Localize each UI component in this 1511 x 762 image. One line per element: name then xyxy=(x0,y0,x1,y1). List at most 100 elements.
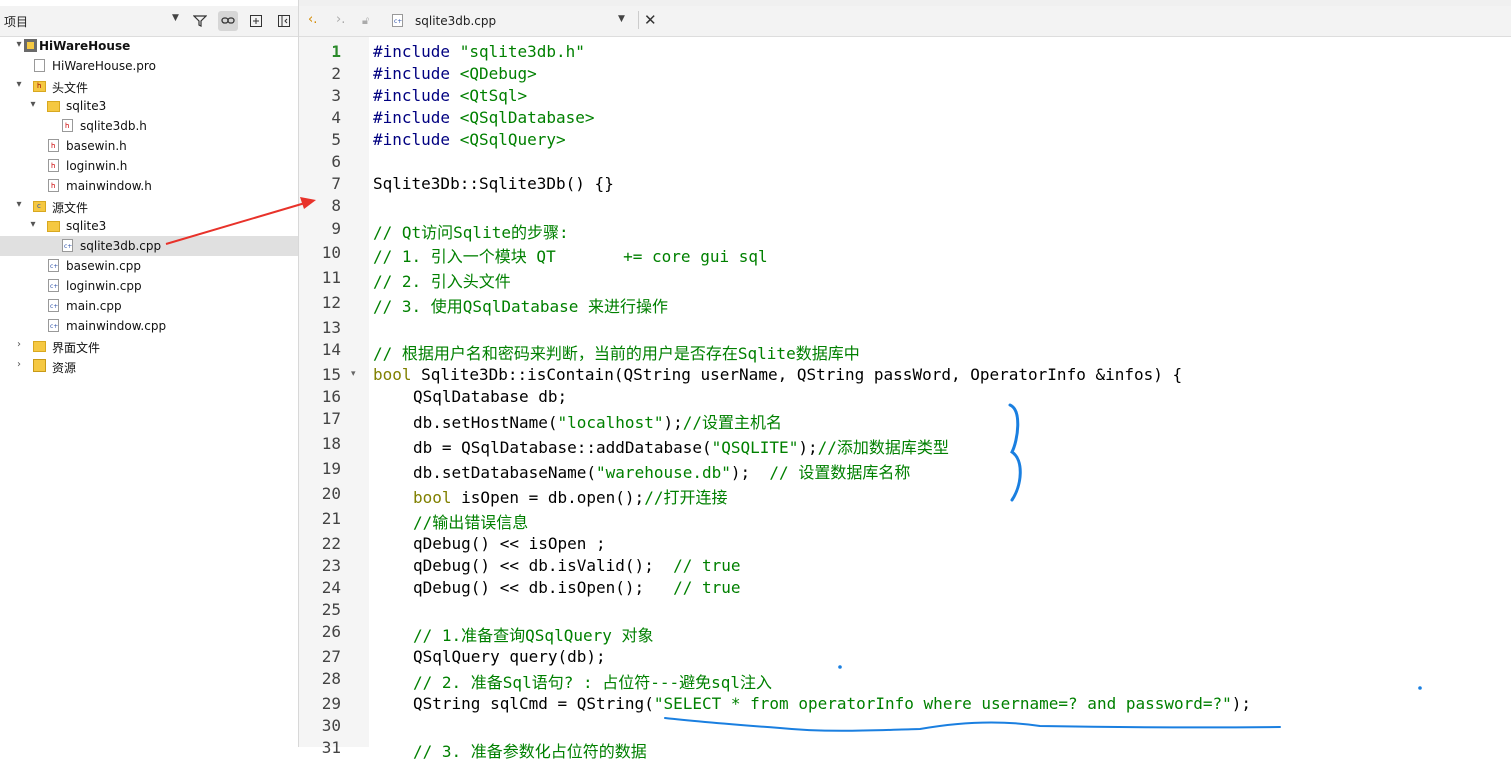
project-icon xyxy=(24,39,37,52)
code-line: Sqlite3Db::Sqlite3Db() {} xyxy=(373,174,614,193)
line-number: 31 xyxy=(321,738,341,757)
line-number: 28 xyxy=(321,669,341,688)
code-line: // Qt访问Sqlite的步骤: xyxy=(373,223,569,242)
header-folder-icon xyxy=(33,81,46,92)
chevron-down-icon[interactable]: ▾ xyxy=(28,219,38,230)
tree-item-label: HiWareHouse.pro xyxy=(52,59,156,73)
line-number: 27 xyxy=(321,647,341,666)
line-number: 24 xyxy=(321,578,341,597)
line-number: 29 xyxy=(321,694,341,713)
tree-item-basewin-cpp[interactable]: basewin.cpp xyxy=(0,256,298,276)
code-line: #include "sqlite3db.h" xyxy=(373,42,585,61)
cpp-file-icon xyxy=(392,14,403,27)
source-folder-icon xyxy=(33,201,46,212)
tree-item-label: sqlite3 xyxy=(66,219,107,233)
tree-item-label: sqlite3db.h xyxy=(80,119,147,133)
tree-item-source-sqlite3[interactable]: ▾ sqlite3 xyxy=(0,216,298,236)
code-line: // 3. 使用QSqlDatabase 来进行操作 xyxy=(373,297,669,316)
tree-item-header-sqlite3[interactable]: ▾ sqlite3 xyxy=(0,96,298,116)
tree-item-label: HiWareHouse xyxy=(39,39,131,53)
tree-item-loginwin-h[interactable]: loginwin.h xyxy=(0,156,298,176)
tree-item-label: 源文件 xyxy=(52,201,89,215)
tree-item-headers[interactable]: ▾ 头文件 xyxy=(0,76,298,96)
line-number: 26 xyxy=(321,622,341,641)
forms-folder-icon xyxy=(33,341,46,352)
chevron-down-icon[interactable]: ▾ xyxy=(14,199,24,210)
go-back-icon[interactable]: ‹. xyxy=(308,12,317,27)
cpp-file-icon xyxy=(48,299,59,312)
code-line: #include <QSqlQuery> xyxy=(373,130,566,149)
resources-folder-icon xyxy=(33,359,46,372)
cpp-file-icon xyxy=(62,239,73,252)
filter-icon[interactable] xyxy=(190,11,210,31)
chevron-down-icon[interactable]: ▾ xyxy=(14,39,24,50)
tree-item-pro-file[interactable]: HiWareHouse.pro xyxy=(0,56,298,76)
line-number: 10 xyxy=(321,243,341,262)
code-line: // 1. 引入一个模块 QT += core gui sql xyxy=(373,247,768,266)
code-line: bool isOpen = db.open();//打开连接 xyxy=(413,488,728,507)
project-panel-toolbar: 项目 ▼ xyxy=(0,6,298,37)
header-file-icon xyxy=(48,139,59,152)
line-number: 19 xyxy=(321,459,341,478)
line-number: 23 xyxy=(321,556,341,575)
tree-item-project[interactable]: ▾ HiWareHouse xyxy=(0,36,298,56)
file-selector-chevron-down-icon[interactable]: ▼ xyxy=(618,14,625,24)
tree-item-label: 资源 xyxy=(52,361,77,375)
tree-item-resources[interactable]: › 资源 xyxy=(0,356,298,376)
lock-icon[interactable]: 🔓︎ xyxy=(362,14,369,28)
tree-item-label: basewin.h xyxy=(66,139,127,153)
header-file-icon xyxy=(48,159,59,172)
editor-toolbar: ‹. ›. 🔓︎ sqlite3db.cpp ▼ ✕ xyxy=(299,6,1511,37)
code-line: #include <QDebug> xyxy=(373,64,537,83)
add-split-icon[interactable] xyxy=(246,11,266,31)
code-editor[interactable]: #include "sqlite3db.h" #include <QDebug>… xyxy=(373,37,1511,761)
line-number: 7 xyxy=(331,174,341,193)
line-number: 14 xyxy=(321,340,341,359)
tree-item-main-cpp[interactable]: main.cpp xyxy=(0,296,298,316)
chevron-down-icon[interactable]: ▾ xyxy=(28,99,38,110)
code-line: db = QSqlDatabase::addDatabase("QSQLITE"… xyxy=(413,438,949,457)
close-icon[interactable]: ✕ xyxy=(638,11,657,29)
current-file-name[interactable]: sqlite3db.cpp xyxy=(415,14,496,28)
line-number: 25 xyxy=(321,600,341,619)
code-line: #include <QSqlDatabase> xyxy=(373,108,595,127)
line-number: 6 xyxy=(331,152,341,171)
code-line: // 1.准备查询QSqlQuery 对象 xyxy=(413,626,654,645)
view-selector-chevron-down-icon[interactable]: ▼ xyxy=(172,13,179,23)
line-number: 15 xyxy=(321,365,341,384)
tree-item-sources[interactable]: ▾ 源文件 xyxy=(0,196,298,216)
tree-item-label: basewin.cpp xyxy=(66,259,142,273)
tree-item-mainwindow-cpp[interactable]: mainwindow.cpp xyxy=(0,316,298,336)
tree-item-sqlite3db-h[interactable]: sqlite3db.h xyxy=(0,116,298,136)
code-line: // 2. 准备Sql语句? : 占位符---避免sql注入 xyxy=(413,673,773,692)
chevron-down-icon[interactable]: ▾ xyxy=(14,79,24,90)
line-number: 12 xyxy=(321,293,341,312)
chevron-right-icon[interactable]: › xyxy=(14,339,24,350)
cpp-file-icon xyxy=(48,319,59,332)
code-line: QString sqlCmd = QString("SELECT * from … xyxy=(413,694,1252,713)
cpp-file-icon xyxy=(48,259,59,272)
code-line: #include <QtSql> xyxy=(373,86,528,105)
code-line: // 2. 引入头文件 xyxy=(373,272,511,291)
code-line: // 3. 准备参数化占位符的数据 xyxy=(413,742,647,761)
tree-item-label: 界面文件 xyxy=(52,341,101,355)
code-line: //输出错误信息 xyxy=(413,513,529,532)
line-number: 2 xyxy=(331,64,341,83)
tree-item-sqlite3db-cpp[interactable]: sqlite3db.cpp xyxy=(0,236,298,256)
fold-chevron-down-icon[interactable]: ▾ xyxy=(351,369,356,379)
link-icon[interactable] xyxy=(218,11,238,31)
tree-item-label: loginwin.h xyxy=(66,159,128,173)
code-line: qDebug() << db.isOpen(); // true xyxy=(413,578,741,597)
tree-item-basewin-h[interactable]: basewin.h xyxy=(0,136,298,156)
line-number-gutter: 1 2 3 4 5 6 7 8 9 10 11 12 13 14 15 16 17 18 19 20 21 22 23 24 2… xyxy=(299,37,369,757)
chevron-right-icon[interactable]: › xyxy=(14,359,24,370)
close-sidebar-icon[interactable] xyxy=(274,11,294,31)
tree-item-forms[interactable]: › 界面文件 xyxy=(0,336,298,356)
line-number: 4 xyxy=(331,108,341,127)
tree-item-mainwindow-h[interactable]: mainwindow.h xyxy=(0,176,298,196)
line-number: 21 xyxy=(321,509,341,528)
code-line: QSqlQuery query(db); xyxy=(413,647,606,666)
tree-item-label: mainwindow.h xyxy=(66,179,152,193)
tree-item-loginwin-cpp[interactable]: loginwin.cpp xyxy=(0,276,298,296)
go-forward-icon[interactable]: ›. xyxy=(336,12,345,27)
